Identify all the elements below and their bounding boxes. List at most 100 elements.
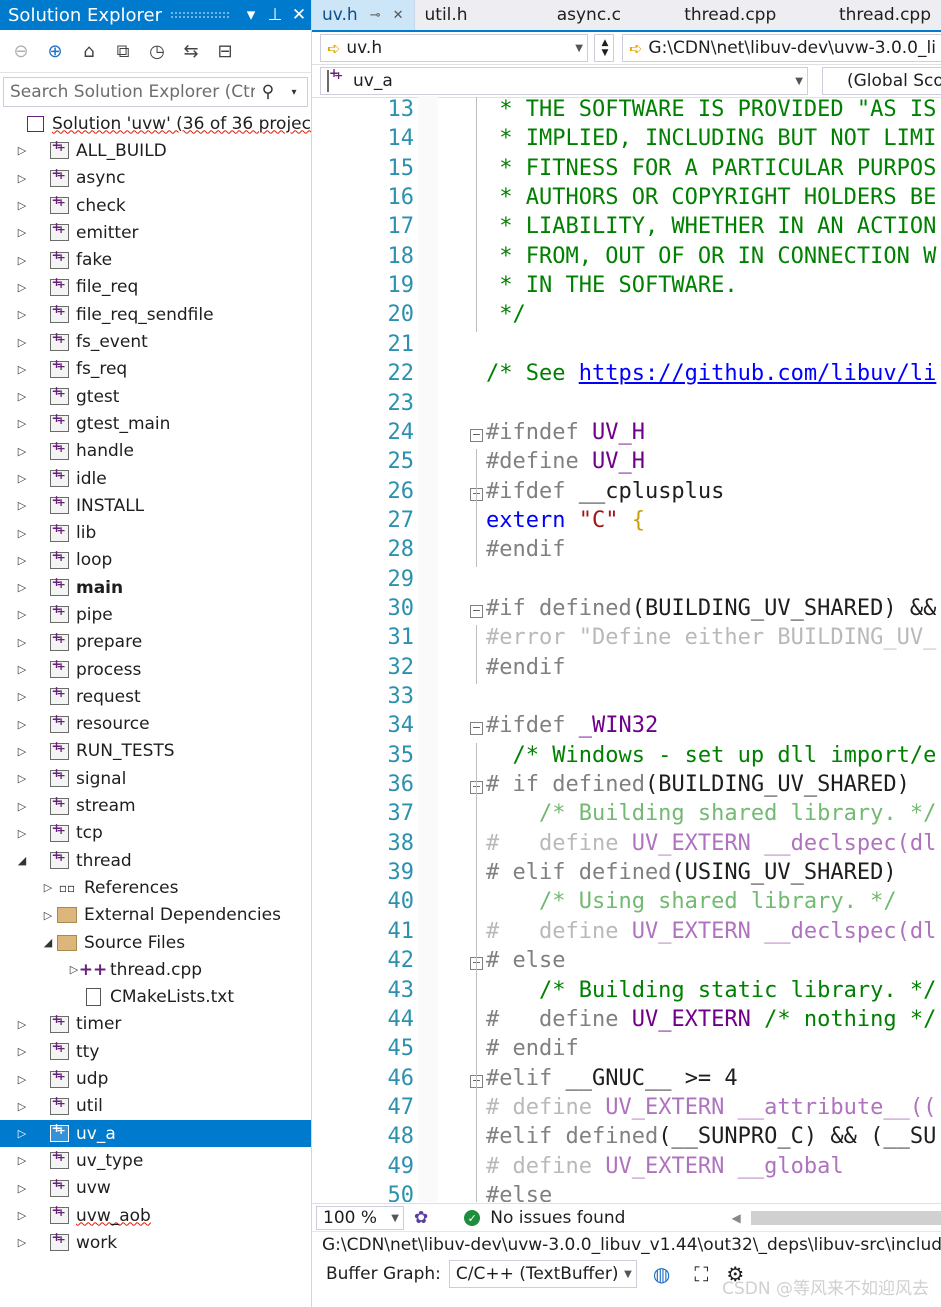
code-line[interactable]: #endif [486,537,565,562]
tree-item-uvw-aob[interactable]: ▷ uvw_aob [0,1202,311,1229]
code-line[interactable]: # define UV_EXTERN __declspec(dl [486,831,936,856]
tree-item-cmakelists[interactable]: CMakeLists.txt [0,984,311,1011]
tree-item-references[interactable]: ▷ ▫▫ References [0,874,311,901]
tree-item-work[interactable]: ▷ work [0,1229,311,1256]
tree-item-pipe[interactable]: ▷ pipe [0,601,311,628]
expand-arrow-icon[interactable]: ▷ [14,144,30,157]
dropdown-icon[interactable]: ▼ [624,1269,632,1280]
scope-combo[interactable]: (Global Sco [822,67,941,95]
expand-arrow-icon[interactable]: ▷ [14,308,30,321]
expand-arrow-icon[interactable]: ▷ [14,254,30,267]
close-tab-icon[interactable]: ✕ [393,8,404,23]
tab-thread-cpp-2[interactable]: thread.cpp [809,0,941,30]
dropdown-icon[interactable]: ▼ [795,76,803,87]
pending-changes-icon[interactable]: ◷ [142,36,172,66]
sync-icon[interactable]: ⇆ [176,36,206,66]
code-line[interactable]: /* Building shared library. */ [486,801,936,826]
fold-toggle-icon[interactable]: − [470,722,483,736]
project-combo[interactable]: uv_a ▼ [320,67,808,95]
close-icon[interactable]: ✕ [287,5,311,25]
tree-item-util[interactable]: ▷ util [0,1093,311,1120]
expand-arrow-icon[interactable]: ▷ [14,226,30,239]
code-line[interactable]: * IMPLIED, INCLUDING BUT NOT LIMI [486,126,936,151]
expand-arrow-icon[interactable]: ▷ [14,827,30,840]
tree-item-thread[interactable]: ◢ thread [0,847,311,874]
tree-item-external-dependencies[interactable]: ▷ External Dependencies [0,902,311,929]
code-line[interactable]: #ifndef UV_H [486,420,645,445]
expand-arrow-icon[interactable]: ▷ [14,499,30,512]
expand-arrow-icon[interactable]: ▷ [40,909,56,922]
tree-item-gtest-main[interactable]: ▷ gtest_main [0,410,311,437]
horizontal-scrollbar[interactable] [750,1211,941,1225]
home-icon[interactable]: ⌂ [74,36,104,66]
code-line[interactable]: /* Windows - set up dll import/e [486,743,936,768]
forward-icon[interactable]: ⊕ [40,36,70,66]
expand-arrow-icon[interactable]: ▷ [14,554,30,567]
tree-item-lib[interactable]: ▷ lib [0,519,311,546]
collapse-all-icon[interactable]: ⊟ [210,36,240,66]
code-line[interactable]: #ifdef _WIN32 [486,713,658,738]
tree-item-all-build[interactable]: ▷ ALL_BUILD [0,137,311,164]
expand-arrow-icon[interactable]: ▷ [14,1045,30,1058]
expand-arrow-icon[interactable]: ▷ [14,281,30,294]
tree-item-tcp[interactable]: ▷ tcp [0,820,311,847]
expand-arrow-icon[interactable]: ▷ [14,608,30,621]
code-line[interactable]: /* See https://github.com/libuv/li [486,361,936,386]
code-line[interactable]: # else [486,948,565,973]
file-combo[interactable]: ➪ uv.h ▼ [320,34,588,62]
fold-toggle-icon[interactable]: − [470,428,483,442]
code-line[interactable]: #endif [486,655,565,680]
tree-item-gtest[interactable]: ▷ gtest [0,383,311,410]
search-options-icon[interactable]: ▾ [281,87,307,98]
issues-status[interactable]: No issues found [490,1208,625,1228]
code-line[interactable]: # endif [486,1036,579,1061]
globe-icon[interactable]: ◍ [653,1262,670,1286]
expand-arrow-icon[interactable]: ▷ [14,363,30,376]
tab-thread-cpp[interactable]: thread.cpp [652,0,809,30]
intellicode-icon[interactable]: ✿ [414,1208,428,1228]
code-line[interactable]: # define UV_EXTERN __attribute__(( [486,1095,936,1120]
zoom-combo[interactable]: 100 % ▼ [316,1206,404,1230]
graph-icon[interactable]: ⛶ [694,1262,708,1286]
tree-item-resource[interactable]: ▷ resource [0,711,311,738]
switch-views-icon[interactable]: ⧉ [108,36,138,66]
tree-item-loop[interactable]: ▷ loop [0,547,311,574]
code-line[interactable]: * IN THE SOFTWARE. [486,273,737,298]
tab-uv-h[interactable]: uv.h ⊸ ✕ [312,0,415,30]
expand-arrow-icon[interactable]: ▷ [14,336,30,349]
back-icon[interactable]: ⊖ [6,36,36,66]
tree-item-tty[interactable]: ▷ tty [0,1038,311,1065]
expand-arrow-icon[interactable]: ▷ [40,881,56,894]
collapse-arrow-icon[interactable]: ◢ [40,936,56,949]
code-line[interactable]: * AUTHORS OR COPYRIGHT HOLDERS BE [486,185,936,210]
expand-arrow-icon[interactable]: ▷ [14,800,30,813]
expand-arrow-icon[interactable]: ▷ [14,690,30,703]
tree-item-udp[interactable]: ▷ udp [0,1065,311,1092]
expand-arrow-icon[interactable]: ▷ [14,172,30,185]
tree-item-uvw[interactable]: ▷ uvw [0,1175,311,1202]
expand-arrow-icon[interactable]: ▷ [14,1073,30,1086]
code-line[interactable]: #elif __GNUC__ >= 4 [486,1066,738,1091]
tree-item-emitter[interactable]: ▷ emitter [0,219,311,246]
tab-async-c[interactable]: async.c [526,0,651,30]
code-line[interactable]: #ifdef __cplusplus [486,479,724,504]
tree-item-uv-a[interactable]: ▷ uv_a [0,1119,311,1148]
expand-arrow-icon[interactable]: ▷ [14,663,30,676]
code-line[interactable]: * THE SOFTWARE IS PROVIDED "AS IS [486,97,936,122]
pin-icon[interactable]: ⊥ [263,5,287,25]
buffer-graph-combo[interactable]: C/C++ (TextBuffer) ▼ [448,1260,637,1288]
tree-item-request[interactable]: ▷ request [0,683,311,710]
expand-arrow-icon[interactable]: ▷ [14,772,30,785]
code-line[interactable]: * LIABILITY, WHETHER IN AN ACTION [486,214,936,239]
expand-arrow-icon[interactable]: ▷ [14,745,30,758]
tree-item-thread-cpp[interactable]: ▷ ++ thread.cpp [0,956,311,983]
tree-item-stream[interactable]: ▷ stream [0,792,311,819]
expand-arrow-icon[interactable]: ▷ [14,1127,30,1140]
tree-item-fs-event[interactable]: ▷ fs_event [0,328,311,355]
code-line[interactable]: /* Using shared library. */ [486,889,897,914]
code-line[interactable]: #elif defined(__SUNPRO_C) && (__SU [486,1124,936,1149]
tree-item-fs-req[interactable]: ▷ fs_req [0,356,311,383]
expand-arrow-icon[interactable]: ▷ [14,390,30,403]
tree-item-source-files[interactable]: ◢ Source Files [0,929,311,956]
expand-arrow-icon[interactable]: ▷ [14,472,30,485]
